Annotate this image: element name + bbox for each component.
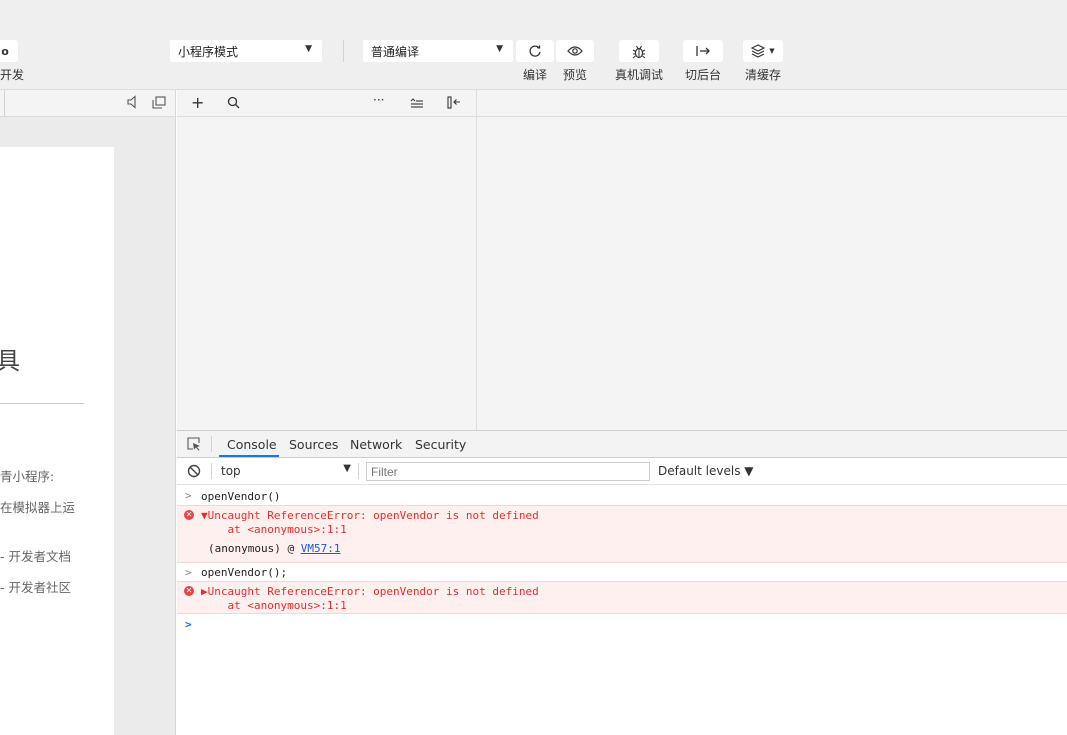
volume-icon[interactable]: [127, 95, 138, 112]
remote-debug-label: 真机调试: [614, 68, 663, 82]
console-error-entry: ✕ ▶Uncaught ReferenceError: openVendor i…: [177, 581, 1067, 614]
simulator-header: [0, 90, 176, 117]
partial-left-label: 开发: [0, 68, 25, 82]
chevron-down-icon: ▼: [305, 44, 312, 54]
console-input-text: openVendor(): [201, 490, 281, 503]
editor-header: [477, 90, 1067, 117]
toolbar-divider: [343, 40, 344, 62]
title-divider: [0, 403, 84, 404]
partial-left-button[interactable]: o: [0, 40, 18, 62]
console-filter-bar: top ▼ Default levels ▼: [177, 458, 1067, 485]
tab-sources[interactable]: Sources: [289, 437, 338, 452]
context-select[interactable]: top ▼: [215, 462, 353, 481]
remote-debug-button[interactable]: [619, 40, 659, 62]
layers-icon: [751, 44, 766, 58]
collapse-all-icon[interactable]: [410, 97, 424, 111]
prompt-chevron-icon: >: [185, 489, 192, 502]
console-filter-input[interactable]: [366, 462, 650, 481]
compile-select-value: 普通编译: [371, 44, 420, 59]
sim-header-divider: [4, 90, 5, 117]
inspect-element-icon[interactable]: [187, 437, 201, 454]
filter-divider: [211, 463, 212, 479]
file-tree-header: + ···: [177, 90, 477, 117]
filter-divider: [358, 463, 359, 479]
error-message[interactable]: ▶Uncaught ReferenceError: openVendor is …: [201, 585, 539, 598]
context-value: top: [221, 464, 241, 478]
intro-line: 青小程序:: [0, 469, 55, 484]
console-input-line: > openVendor(): [177, 486, 1067, 506]
file-tree[interactable]: [177, 117, 477, 430]
tab-divider: [211, 436, 212, 452]
console-error-entry: ✕ ▼Uncaught ReferenceError: openVendor i…: [177, 505, 1067, 563]
editor-area[interactable]: [477, 117, 1067, 430]
toolbar: o 开发 小程序模式 ▼ 普通编译 ▼ 编译 预览 真机调试 切后台 ▼ 清缓存: [0, 0, 1067, 90]
community-link[interactable]: - 开发者社区: [0, 577, 71, 596]
stack-frame: (anonymous) @ VM57:1: [208, 542, 340, 555]
more-icon[interactable]: ···: [373, 93, 384, 107]
error-message[interactable]: ▼Uncaught ReferenceError: openVendor is …: [201, 509, 539, 522]
docs-link[interactable]: - 开发者文档: [0, 546, 71, 565]
devtools-panel: Console Sources Network Security top ▼ D…: [177, 430, 1067, 735]
switch-background-icon: [696, 46, 710, 56]
compile-button[interactable]: [516, 40, 554, 62]
page-title: 具: [0, 347, 20, 375]
switch-background-label: 切后台: [684, 68, 721, 82]
caret-down-icon: ▼: [769, 47, 775, 55]
compile-select[interactable]: 普通编译 ▼: [363, 40, 513, 62]
partial-icon: o: [1, 44, 9, 58]
bug-icon: [632, 45, 646, 58]
tab-network[interactable]: Network: [350, 437, 402, 452]
console-prompt[interactable]: >: [177, 615, 1067, 635]
tab-console[interactable]: Console: [227, 437, 277, 452]
clear-console-icon[interactable]: [187, 464, 201, 481]
mode-select-value: 小程序模式: [178, 44, 239, 59]
console-input-text: openVendor();: [201, 566, 288, 579]
intro-line: 在模拟器上运: [0, 500, 76, 515]
add-icon[interactable]: +: [191, 93, 204, 112]
search-icon[interactable]: [227, 96, 240, 112]
mode-select[interactable]: 小程序模式 ▼: [170, 40, 322, 62]
preview-label: 预览: [562, 68, 587, 82]
source-link[interactable]: VM57:1: [301, 542, 341, 555]
error-location: at <anonymous>:1:1: [201, 599, 347, 612]
prompt-chevron-icon: >: [185, 618, 192, 631]
error-location: at <anonymous>:1:1: [201, 523, 347, 536]
switch-background-button[interactable]: [683, 40, 723, 62]
error-icon: ✕: [184, 510, 194, 520]
refresh-icon: [529, 45, 541, 57]
clear-cache-button[interactable]: ▼: [743, 40, 783, 62]
active-tab-indicator: [219, 455, 279, 457]
log-levels-select[interactable]: Default levels ▼: [658, 464, 754, 478]
devtools-tabbar: Console Sources Network Security: [177, 431, 1067, 458]
toggle-panel-icon[interactable]: [447, 96, 461, 112]
clear-cache-label: 清缓存: [744, 68, 781, 82]
error-icon: ✕: [184, 586, 194, 596]
prompt-chevron-icon: >: [185, 566, 192, 579]
eye-icon: [567, 46, 583, 56]
popout-icon[interactable]: [152, 96, 166, 112]
phone-screen[interactable]: 具 青小程序: 在模拟器上运 - 开发者文档 - 开发者社区: [0, 147, 114, 735]
console-input-line: > openVendor();: [177, 563, 1067, 582]
compile-label: 编译: [522, 68, 547, 82]
chevron-down-icon: ▼: [343, 463, 351, 474]
stack-frame-prefix: (anonymous) @: [208, 542, 301, 555]
preview-button[interactable]: [556, 40, 594, 62]
tab-security[interactable]: Security: [415, 437, 466, 452]
chevron-down-icon: ▼: [496, 44, 503, 54]
